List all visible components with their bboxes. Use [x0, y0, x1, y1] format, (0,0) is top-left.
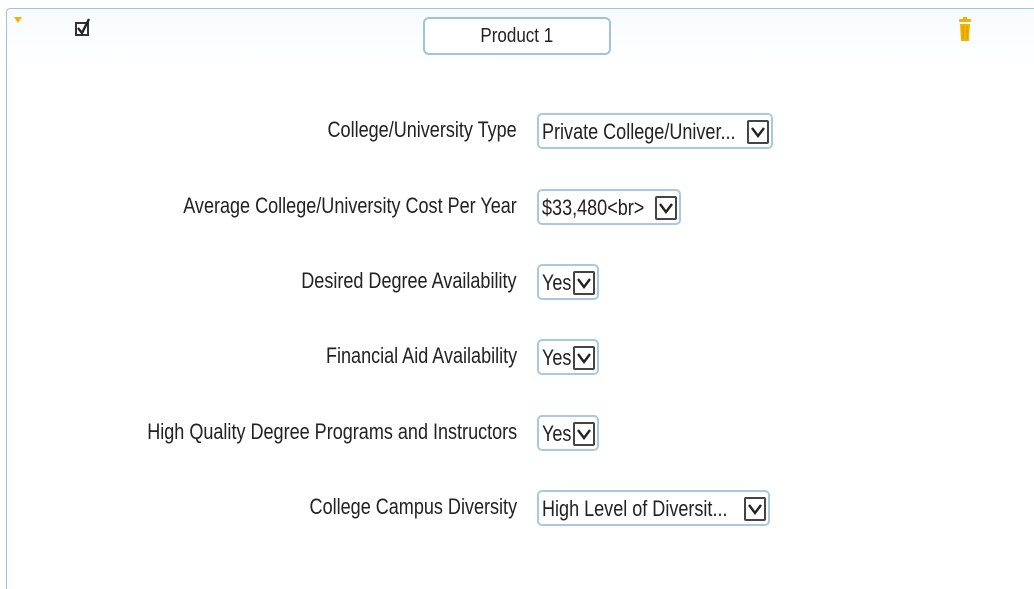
- product-checkbox[interactable]: [75, 18, 91, 36]
- chevron-down-icon[interactable]: [747, 120, 769, 144]
- field-label: High Quality Degree Programs and Instruc…: [147, 419, 517, 444]
- chevron-down-icon[interactable]: [573, 346, 595, 370]
- select-value: High Level of Diversit...: [542, 496, 728, 521]
- field-label: College Campus Diversity: [309, 494, 517, 519]
- select-value: Yes: [542, 345, 572, 370]
- select-value: Yes: [542, 270, 572, 295]
- collapse-triangle-icon[interactable]: [14, 17, 22, 23]
- chevron-down-icon[interactable]: [573, 271, 595, 295]
- field-row-financial-aid: Financial Aid Availability Yes: [0, 339, 1034, 375]
- cost-per-year-select[interactable]: $33,480<br>: [537, 189, 681, 225]
- quality-programs-select[interactable]: Yes: [537, 415, 599, 451]
- field-label: Desired Degree Availability: [301, 268, 517, 293]
- field-row-campus-diversity: College Campus Diversity High Level of D…: [0, 490, 1034, 526]
- trash-icon[interactable]: [958, 17, 972, 43]
- financial-aid-select[interactable]: Yes: [537, 339, 599, 375]
- university-type-select[interactable]: Private College/Univer...: [537, 113, 773, 149]
- field-row-quality-programs: High Quality Degree Programs and Instruc…: [0, 415, 1034, 451]
- field-label: Average College/University Cost Per Year: [183, 193, 517, 218]
- field-row-degree-availability: Desired Degree Availability Yes: [0, 264, 1034, 300]
- field-row-cost-per-year: Average College/University Cost Per Year…: [0, 189, 1034, 225]
- product-title: Product 1: [480, 24, 554, 47]
- select-value: Yes: [542, 421, 572, 446]
- campus-diversity-select[interactable]: High Level of Diversit...: [537, 490, 770, 526]
- select-value: Private College/Univer...: [542, 119, 736, 144]
- chevron-down-icon[interactable]: [655, 196, 677, 220]
- field-label: College/University Type: [327, 117, 517, 142]
- field-label: Financial Aid Availability: [325, 343, 517, 368]
- select-value: $33,480<br>: [542, 195, 645, 220]
- chevron-down-icon[interactable]: [573, 422, 595, 446]
- product-title-field[interactable]: Product 1: [423, 17, 611, 55]
- field-row-university-type: College/University Type Private College/…: [0, 113, 1034, 149]
- degree-availability-select[interactable]: Yes: [537, 264, 599, 300]
- chevron-down-icon[interactable]: [744, 497, 766, 521]
